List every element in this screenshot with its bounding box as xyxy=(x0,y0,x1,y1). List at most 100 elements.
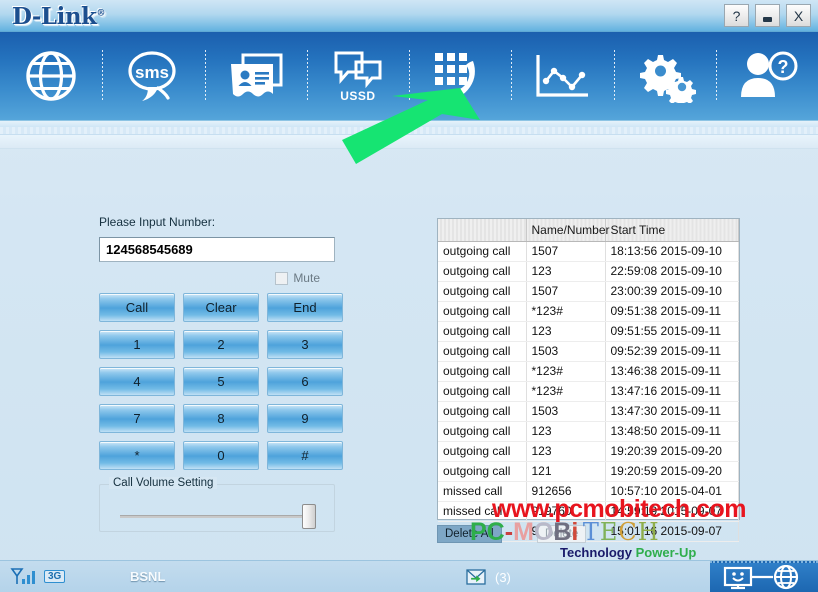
cell-start-time: 14:59:19 2015-09-07 xyxy=(605,501,739,522)
key-2[interactable]: 2 xyxy=(183,330,259,359)
call-volume-group: Call Volume Setting xyxy=(99,477,335,532)
key-0[interactable]: 0 xyxy=(183,441,259,470)
close-button[interactable]: X xyxy=(786,4,811,27)
status-bar: 3G BSNL (3) xyxy=(0,560,818,592)
mute-row: Mute xyxy=(99,271,320,285)
dialer-panel: Please Input Number: Mute Call Clear End… xyxy=(99,215,343,532)
slider-thumb[interactable] xyxy=(302,504,316,529)
toolbar-item-ussd[interactable]: USSD xyxy=(306,32,409,120)
keypad: Call Clear End 1 2 3 4 5 6 7 8 9 * 0 # xyxy=(99,293,343,470)
key-9[interactable]: 9 xyxy=(267,404,343,433)
cell-start-time: 22:59:08 2015-09-10 xyxy=(605,261,739,282)
minimize-button[interactable] xyxy=(755,4,780,27)
globe-icon xyxy=(24,49,78,103)
table-row[interactable]: outgoing call 1507 23:00:39 2015-09-10 xyxy=(438,281,739,302)
incoming-message-icon[interactable] xyxy=(466,569,486,590)
cell-name-number: 123 xyxy=(526,421,606,442)
toolbar-item-phonebook[interactable] xyxy=(204,32,307,120)
cell-name-number: 912656 xyxy=(526,481,606,502)
table-row[interactable]: missed call 919760 14:59:19 2015-09-07 xyxy=(438,501,739,522)
toolbar-item-sms[interactable]: sms xyxy=(102,32,204,120)
delete-all-button[interactable]: Delete All xyxy=(437,525,502,543)
carrier-label: BSNL xyxy=(130,569,166,584)
delete-button[interactable]: Delete xyxy=(537,525,587,543)
table-row[interactable]: outgoing call *123# 09:51:38 2015-09-11 xyxy=(438,301,739,322)
toolbar-item-settings[interactable] xyxy=(613,32,716,120)
cell-name-number: *123# xyxy=(526,381,606,402)
decorative-band xyxy=(0,127,818,135)
cell-call-type: outgoing call xyxy=(438,381,527,402)
table-row[interactable]: outgoing call 123 22:59:08 2015-09-10 xyxy=(438,261,739,282)
call-volume-slider[interactable] xyxy=(120,504,316,529)
slider-track xyxy=(120,515,316,518)
table-row[interactable]: outgoing call 1503 13:47:30 2015-09-11 xyxy=(438,401,739,422)
cell-call-type: outgoing call xyxy=(438,461,527,482)
key-hash[interactable]: # xyxy=(267,441,343,470)
key-star[interactable]: * xyxy=(99,441,175,470)
key-5[interactable]: 5 xyxy=(183,367,259,396)
column-header-time[interactable]: Start Time xyxy=(605,219,739,242)
key-4[interactable]: 4 xyxy=(99,367,175,396)
table-row[interactable]: outgoing call 121 19:20:59 2015-09-20 xyxy=(438,461,739,482)
toolbar-divider xyxy=(0,120,818,127)
call-volume-legend: Call Volume Setting xyxy=(109,477,218,489)
input-number-label: Please Input Number: xyxy=(99,215,216,229)
table-row[interactable]: missed call 912656 10:57:10 2015-04-01 xyxy=(438,481,739,502)
cell-start-time: 13:46:38 2015-09-11 xyxy=(605,361,739,382)
cell-call-type: outgoing call xyxy=(438,241,527,262)
cell-name-number: *123# xyxy=(526,301,606,322)
column-header-number[interactable]: Name/Number xyxy=(526,219,610,242)
dlink-connection-manager-window: D-Link® ? X sms USSD ? Please Input Numb… xyxy=(0,0,818,592)
call-log-table: Name/Number Start Time outgoing call 1507… xyxy=(438,219,739,542)
table-row[interactable]: outgoing call 1507 18:13:56 2015-09-10 xyxy=(438,241,739,262)
cell-call-type: outgoing call xyxy=(438,421,527,442)
key-6[interactable]: 6 xyxy=(267,367,343,396)
table-row[interactable]: outgoing call 123 09:51:55 2015-09-11 xyxy=(438,321,739,342)
user-question-icon: ? xyxy=(736,49,798,103)
cell-name-number: 1503 xyxy=(526,401,606,422)
cell-name-number: 1507 xyxy=(526,241,606,262)
cell-start-time: 19:20:39 2015-09-20 xyxy=(605,441,739,462)
cell-call-type: outgoing call xyxy=(438,261,527,282)
call-log-panel[interactable]: Name/Number Start Time outgoing call 1507… xyxy=(437,218,740,542)
table-row[interactable]: outgoing call 1503 09:52:39 2015-09-11 xyxy=(438,341,739,362)
end-button[interactable]: End xyxy=(267,293,343,322)
mute-label: Mute xyxy=(293,271,320,285)
cell-start-time: 09:52:39 2015-09-11 xyxy=(605,341,739,362)
help-button[interactable]: ? xyxy=(724,4,749,27)
table-row[interactable]: outgoing call 123 19:20:39 2015-09-20 xyxy=(438,441,739,462)
table-header-row: Name/Number Start Time xyxy=(438,219,739,242)
call-button[interactable]: Call xyxy=(99,293,175,322)
cell-start-time: 13:47:16 2015-09-11 xyxy=(605,381,739,402)
cell-call-type: outgoing call xyxy=(438,361,527,382)
svg-text:?: ? xyxy=(777,57,788,77)
table-row[interactable]: outgoing call *123# 13:46:38 2015-09-11 xyxy=(438,361,739,382)
cell-name-number: 123 xyxy=(526,441,606,462)
title-bar: D-Link® ? X xyxy=(0,0,818,32)
cell-start-time: 23:00:39 2015-09-10 xyxy=(605,281,739,302)
cell-start-time: 13:48:50 2015-09-11 xyxy=(605,421,739,442)
toolbar-item-help[interactable]: ? xyxy=(715,32,818,120)
message-count: (3) xyxy=(495,570,511,585)
column-header-type[interactable] xyxy=(438,219,527,242)
toolbar-item-internet[interactable] xyxy=(0,32,102,120)
clear-button[interactable]: Clear xyxy=(183,293,259,322)
minimize-icon xyxy=(763,16,772,22)
cell-name-number: 1507 xyxy=(526,281,606,302)
cell-start-time: 19:20:59 2015-09-20 xyxy=(605,461,739,482)
cell-call-type: outgoing call xyxy=(438,321,527,342)
toolbar-item-statistics[interactable] xyxy=(511,32,613,120)
window-controls: ? X xyxy=(724,4,811,27)
table-row[interactable]: outgoing call *123# 13:47:16 2015-09-11 xyxy=(438,381,739,402)
pc-to-internet-icon[interactable] xyxy=(710,561,818,592)
key-8[interactable]: 8 xyxy=(183,404,259,433)
cell-start-time: 09:51:55 2015-09-11 xyxy=(605,321,739,342)
toolbar-item-dial[interactable] xyxy=(409,32,511,120)
mute-checkbox[interactable] xyxy=(275,271,289,285)
phone-number-input[interactable] xyxy=(99,237,335,262)
key-1[interactable]: 1 xyxy=(99,330,175,359)
key-7[interactable]: 7 xyxy=(99,404,175,433)
key-3[interactable]: 3 xyxy=(267,330,343,359)
table-row[interactable]: outgoing call 123 13:48:50 2015-09-11 xyxy=(438,421,739,442)
cell-start-time: 13:47:30 2015-09-11 xyxy=(605,401,739,422)
